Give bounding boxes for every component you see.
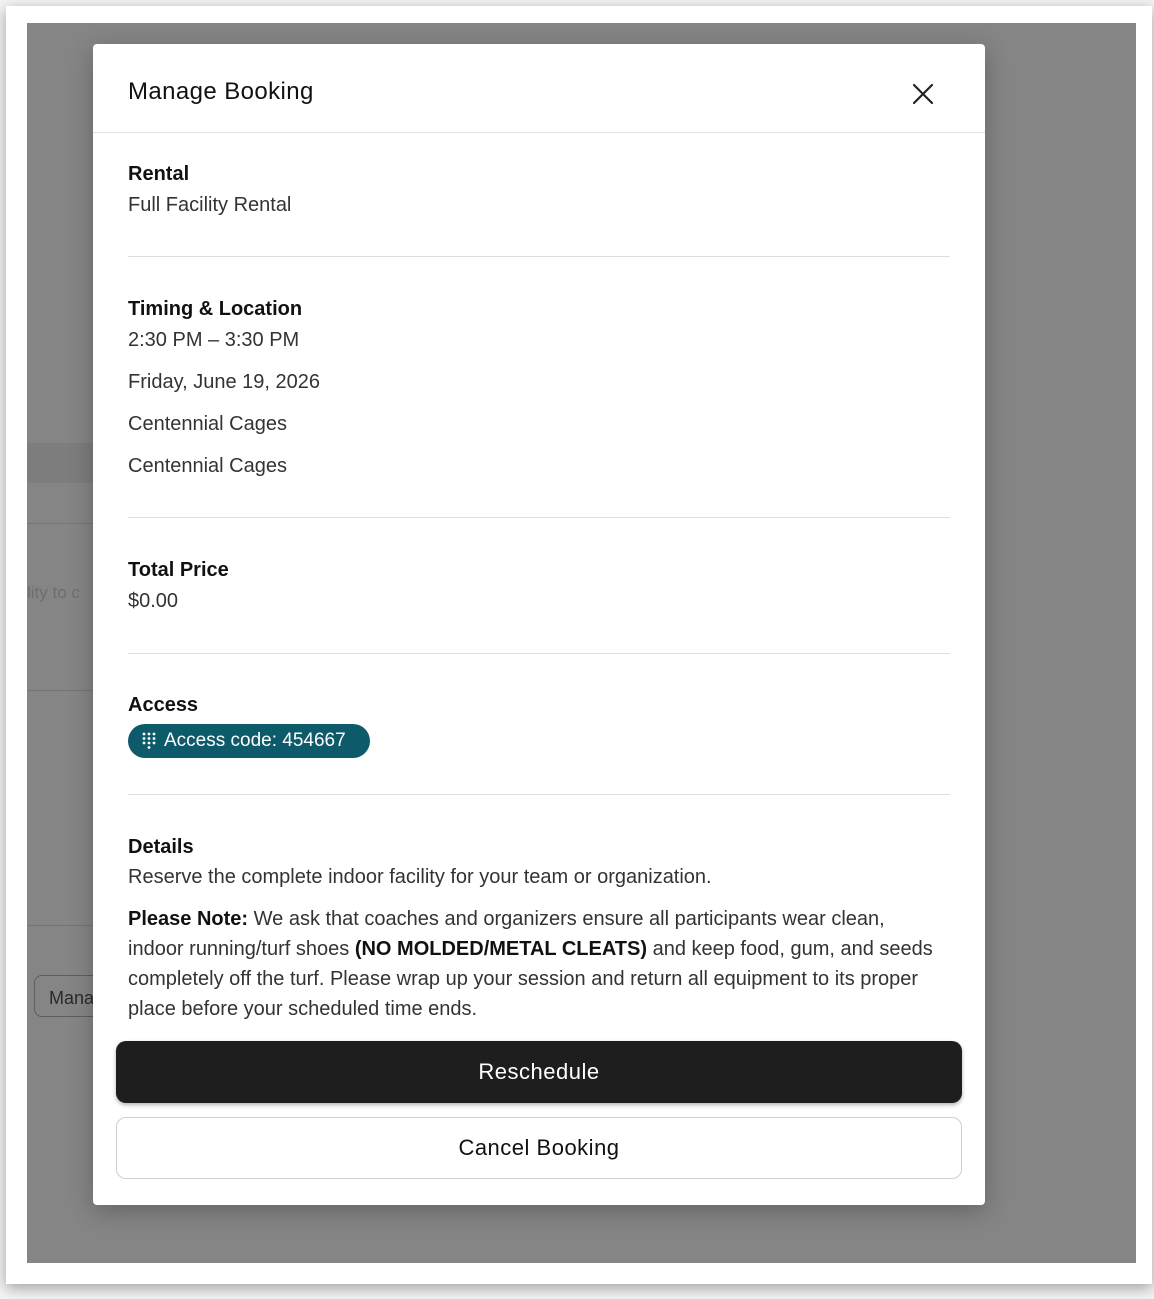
booking-time: 2:30 PM – 3:30 PM	[128, 329, 300, 351]
close-icon	[912, 83, 934, 105]
modal-title: Manage Booking	[128, 78, 314, 105]
access-code-text: Access code: 454667	[164, 730, 346, 751]
price-value: $0.00	[128, 590, 179, 612]
details-label: Details	[128, 836, 194, 858]
reschedule-button[interactable]: Reschedule	[116, 1041, 962, 1103]
note-cleats-warning: (NO MOLDED/METAL CLEATS)	[354, 938, 648, 960]
manage-booking-modal: Manage Booking Rental Full Facility Rent…	[93, 44, 985, 1205]
modal-header: Manage Booking	[93, 44, 985, 133]
close-button[interactable]	[909, 80, 937, 108]
section-divider	[128, 517, 950, 518]
background-element	[27, 443, 97, 483]
section-divider	[128, 653, 950, 654]
booking-location-detail: Centennial Cages	[128, 455, 287, 477]
note-prefix: Please Note:	[128, 908, 249, 930]
cancel-booking-button[interactable]: Cancel Booking	[116, 1117, 962, 1179]
keypad-icon	[142, 732, 156, 755]
rental-value: Full Facility Rental	[128, 194, 292, 216]
access-label: Access	[128, 694, 199, 716]
background-divider	[27, 925, 97, 926]
section-divider	[128, 794, 950, 795]
background-divider	[27, 523, 97, 524]
background-divider	[27, 690, 97, 691]
details-note: Please Note: We ask that coaches and org…	[128, 904, 938, 1024]
booking-date: Friday, June 19, 2026	[128, 371, 320, 393]
section-divider	[128, 256, 950, 257]
price-label: Total Price	[128, 559, 229, 581]
booking-location: Centennial Cages	[128, 413, 287, 435]
timing-label: Timing & Location	[128, 298, 303, 320]
details-description: Reserve the complete indoor facility for…	[128, 866, 712, 888]
background-text: lity to c	[27, 583, 80, 602]
access-code-pill[interactable]: Access code: 454667	[128, 724, 370, 758]
rental-label: Rental	[128, 163, 190, 185]
